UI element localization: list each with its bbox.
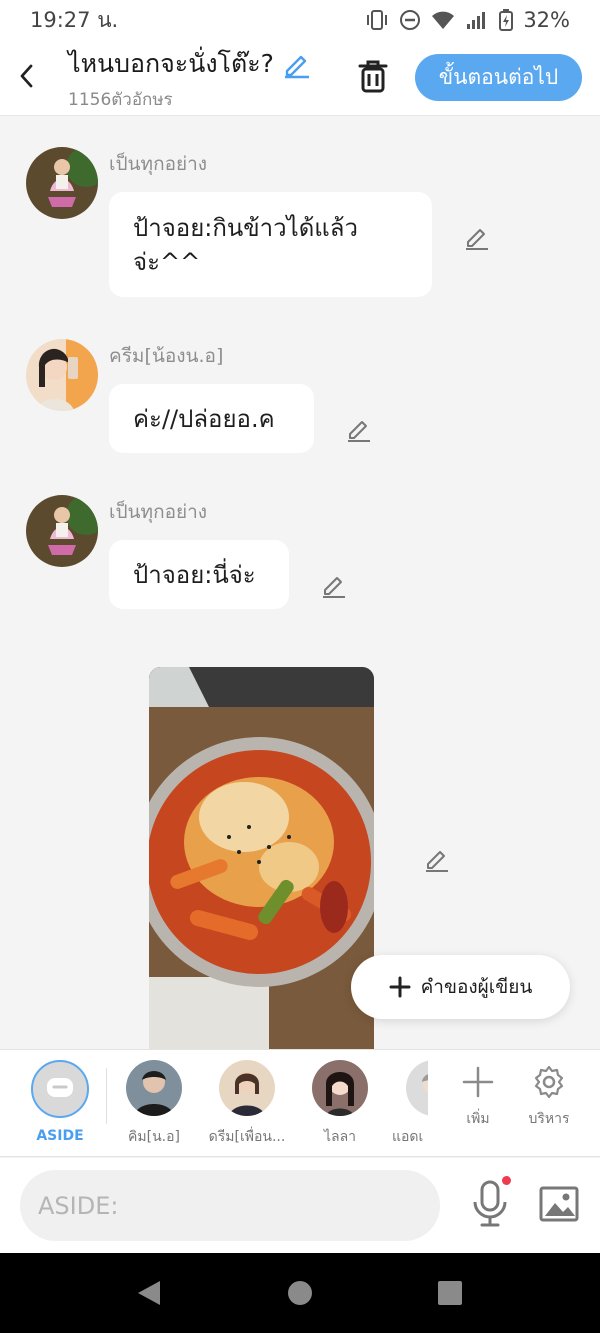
- edit-message-icon[interactable]: [320, 571, 348, 599]
- nav-home-icon[interactable]: [287, 1279, 313, 1307]
- message-input[interactable]: [20, 1170, 440, 1241]
- message-bubble[interactable]: ป้าจอย:กินข้าวได้แล้วจ่ะ^^: [109, 192, 432, 297]
- edit-message-icon[interactable]: [345, 415, 373, 443]
- character-dream[interactable]: ดรีม[เพื่อน...: [207, 1060, 287, 1148]
- character-label: แอดเ: [392, 1129, 424, 1145]
- message-text: ป้าจอย:นี่จ่ะ: [133, 560, 256, 589]
- signal-icon: [467, 12, 486, 29]
- notification-dot: [502, 1176, 511, 1185]
- battery-charging-icon: [499, 9, 514, 31]
- edit-message-icon[interactable]: [463, 223, 491, 251]
- character-ad[interactable]: แอดเ: [392, 1060, 428, 1148]
- battery-percent: 32%: [523, 8, 570, 32]
- character-bar: ASIDE คิม[น.อ] ดรีม[เพื่อน... ไลลา แอดเ …: [0, 1049, 600, 1157]
- message-bubble[interactable]: ค่ะ//ปล่อยอ.ค: [109, 384, 314, 453]
- avatar: [126, 1060, 182, 1116]
- image-gallery-icon[interactable]: [539, 1186, 579, 1222]
- edit-title-icon[interactable]: [282, 49, 312, 79]
- status-time: 19:27 น.: [30, 7, 119, 32]
- sender-name: ครีม[น้องน.อ]: [109, 345, 224, 367]
- sender-name: เป็นทุกอย่าง: [109, 153, 208, 175]
- manage-label: บริหาร: [528, 1111, 570, 1127]
- nav-back-icon[interactable]: [136, 1279, 162, 1307]
- food-photo[interactable]: [149, 667, 374, 1049]
- aside-avatar: [31, 1060, 89, 1118]
- character-label: ดรีม[เพื่อน...: [208, 1129, 286, 1145]
- character-label: คิม[น.อ]: [128, 1129, 180, 1145]
- message-text: ค่ะ//ปล่อยอ.ค: [133, 404, 275, 433]
- plus-icon: [389, 976, 411, 998]
- character-laila[interactable]: ไลลา: [300, 1060, 380, 1148]
- wifi-icon: [432, 11, 455, 29]
- manage-characters-button[interactable]: บริหาร: [519, 1064, 579, 1130]
- message-text: ป้าจอย:กินข้าวได้แล้วจ่ะ^^: [133, 213, 358, 276]
- add-character-button[interactable]: เพิ่ม: [448, 1064, 508, 1130]
- gear-icon: [534, 1065, 564, 1099]
- microphone-icon[interactable]: [470, 1180, 510, 1228]
- trash-icon[interactable]: [356, 58, 390, 94]
- character-label: ASIDE: [36, 1128, 84, 1144]
- divider: [106, 1068, 107, 1124]
- avatar: [312, 1060, 368, 1116]
- edit-photo-icon[interactable]: [423, 845, 451, 873]
- add-label: เพิ่ม: [466, 1111, 490, 1127]
- avatar: [406, 1060, 428, 1116]
- avatar[interactable]: [26, 339, 98, 411]
- character-label: ไลลา: [323, 1129, 357, 1145]
- status-bar: 19:27 น. 32%: [0, 0, 600, 40]
- title-group: ไหนบอกจะนั่งโต๊ะ? 1156ตัวอักษร: [68, 46, 312, 113]
- do-not-disturb-icon: [400, 10, 421, 30]
- back-arrow-icon[interactable]: [12, 58, 42, 94]
- author-note-label: คำของผู้เขียน: [420, 976, 533, 998]
- status-icons: 32%: [365, 8, 570, 32]
- vibrate-icon: [367, 10, 388, 30]
- character-count: 1156ตัวอักษร: [68, 90, 173, 110]
- avatar[interactable]: [26, 147, 98, 219]
- next-step-button[interactable]: ขั้นตอนต่อไป: [415, 54, 582, 101]
- message-bubble[interactable]: ป้าจอย:นี่จ่ะ: [109, 540, 289, 609]
- input-bar: [0, 1158, 600, 1253]
- system-nav-bar: [0, 1253, 600, 1333]
- chat-area[interactable]: เป็นทุกอย่าง ป้าจอย:กินข้าวได้แล้วจ่ะ^^ …: [0, 117, 600, 1049]
- story-title: ไหนบอกจะนั่งโต๊ะ?: [68, 49, 274, 78]
- plus-icon: [462, 1066, 494, 1098]
- character-kim[interactable]: คิม[น.อ]: [114, 1060, 194, 1148]
- author-note-button[interactable]: คำของผู้เขียน: [351, 955, 570, 1019]
- avatar: [219, 1060, 275, 1116]
- sender-name: เป็นทุกอย่าง: [109, 501, 208, 523]
- character-aside[interactable]: ASIDE: [20, 1060, 100, 1144]
- story-title-row[interactable]: ไหนบอกจะนั่งโต๊ะ?: [68, 46, 312, 82]
- chat-bubble-icon: [47, 1078, 73, 1097]
- nav-recents-icon[interactable]: [437, 1279, 463, 1307]
- header: ไหนบอกจะนั่งโต๊ะ? 1156ตัวอักษร ขั้นตอนต่…: [0, 40, 600, 116]
- avatar[interactable]: [26, 495, 98, 567]
